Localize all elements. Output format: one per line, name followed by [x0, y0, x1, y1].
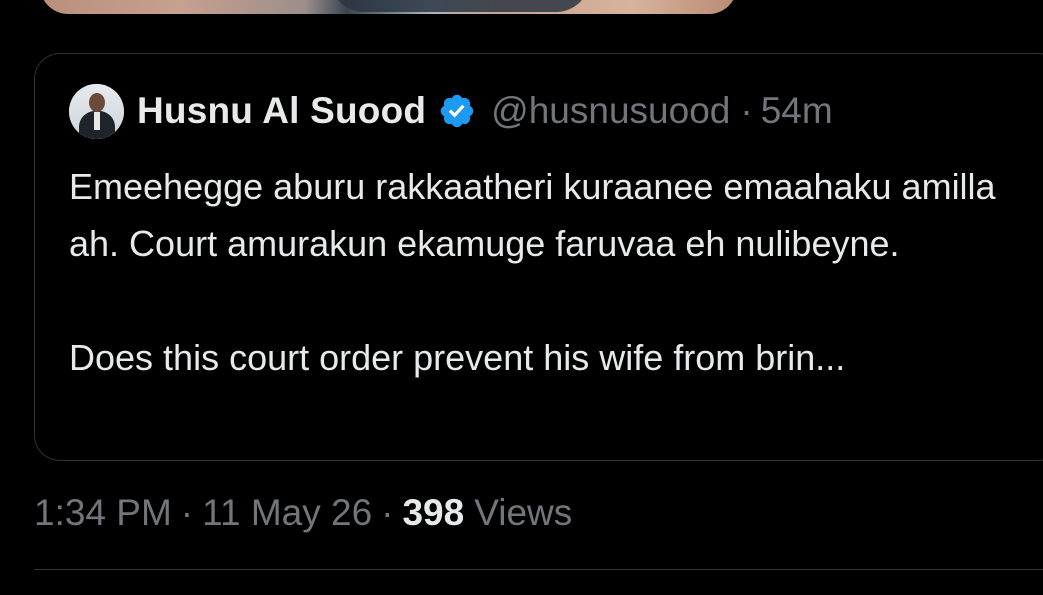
- media-image-detail: [330, 0, 590, 12]
- header-separator: ·: [740, 90, 753, 131]
- views-count[interactable]: 398: [402, 492, 464, 534]
- tweet-time[interactable]: 1:34 PM: [34, 492, 172, 534]
- tweet-time-ago[interactable]: 54m: [761, 90, 833, 132]
- media-image[interactable]: [40, 0, 737, 14]
- author-handle[interactable]: @husnusuood: [491, 90, 730, 132]
- tweet-meta-row: 1:34 PM · 11 May 26 · 398 Views: [34, 488, 572, 538]
- quoted-tweet-header: Husnu Al Suood @husnusuood · 54m: [69, 83, 833, 139]
- tweet-text-paragraph-1: Emeehegge aburu rakkaatheri kuraanee ema…: [69, 166, 996, 264]
- tweet-date[interactable]: 11 May 26: [202, 492, 372, 534]
- meta-separator: ·: [180, 492, 194, 533]
- verified-badge-icon: [440, 94, 474, 128]
- views-label[interactable]: Views: [474, 492, 572, 534]
- tweet-text-paragraph-2: Does this court order prevent his wife f…: [69, 337, 846, 378]
- quoted-tweet-card[interactable]: Husnu Al Suood @husnusuood · 54m Emeeheg…: [34, 53, 1043, 461]
- quoted-tweet-text: Emeehegge aburu rakkaatheri kuraanee ema…: [69, 158, 1019, 386]
- divider: [34, 569, 1043, 570]
- meta-separator: ·: [381, 492, 394, 533]
- avatar[interactable]: [69, 83, 124, 139]
- author-name[interactable]: Husnu Al Suood: [137, 90, 426, 132]
- tweet-detail-view: Husnu Al Suood @husnusuood · 54m Emeeheg…: [0, 0, 1043, 595]
